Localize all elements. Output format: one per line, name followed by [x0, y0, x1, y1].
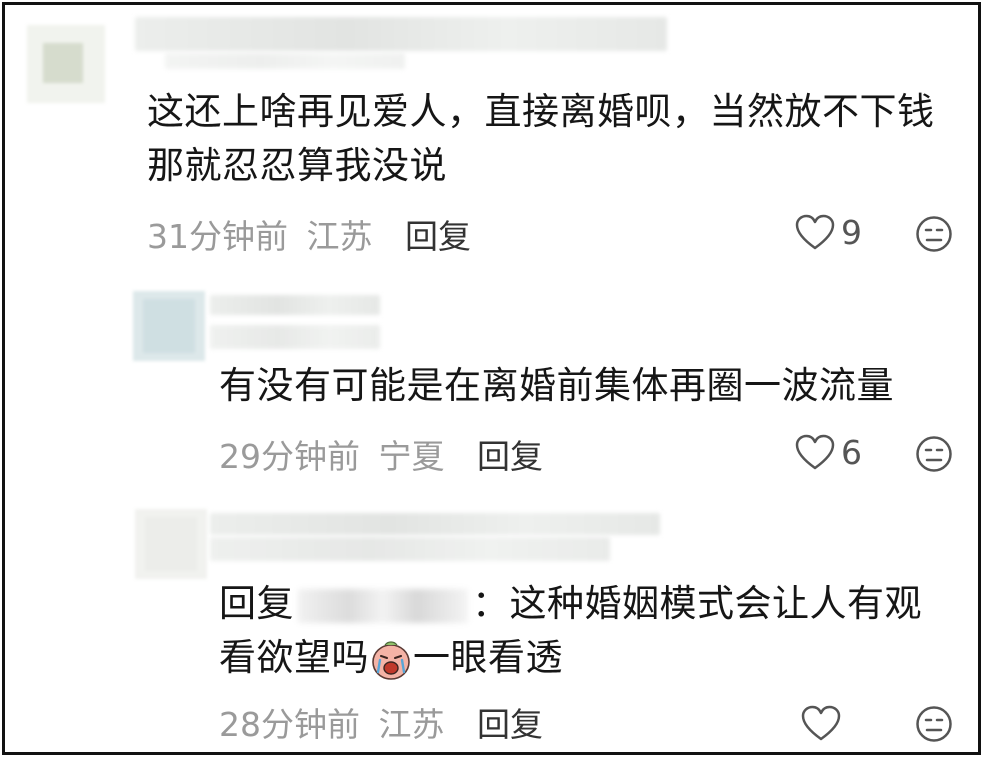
reply-button[interactable]: 回复: [405, 217, 471, 256]
like-button[interactable]: 9: [795, 213, 862, 252]
like-count: 6: [841, 433, 862, 472]
dislike-button[interactable]: [915, 215, 953, 257]
avatar[interactable]: [135, 509, 207, 579]
like-button[interactable]: [801, 705, 847, 743]
comment-text: 有没有可能是在离婚前集体再圈一波流量: [219, 364, 894, 407]
username-blurred-secondary: [210, 537, 610, 561]
heart-outline-icon: [795, 214, 835, 249]
reply-prefix: 回复: [219, 582, 294, 625]
comment-time: 28分钟前: [219, 705, 360, 744]
comment-meta: 29分钟前 宁夏 回复: [219, 437, 543, 477]
comment-text: 回复 ：这种婚姻模式会让人有观 看欲望吗 一眼看透: [219, 577, 978, 685]
username-blurred[interactable]: [210, 295, 380, 315]
comment-text-line-1: 回复 ：这种婚姻模式会让人有观: [219, 577, 978, 631]
meh-face-icon: [916, 706, 952, 742]
crying-face-emoji: [372, 640, 410, 680]
heart-outline-icon: [795, 434, 835, 469]
comment-location: 江苏: [306, 217, 373, 256]
avatar[interactable]: [27, 25, 105, 103]
comment-text-line-2: 看欲望吗 一眼看透: [219, 631, 978, 685]
avatar[interactable]: [133, 291, 205, 361]
mentioned-username-blurred[interactable]: [298, 588, 468, 623]
heart-outline-icon: [801, 705, 841, 741]
dislike-button[interactable]: [915, 705, 953, 747]
dislike-button[interactable]: [915, 435, 953, 477]
comment-meta: 28分钟前 江苏 回复: [219, 705, 543, 745]
comment-location: 宁夏: [378, 437, 445, 476]
comment-text-part: 看欲望吗: [219, 636, 369, 679]
username-blurred-secondary: [210, 325, 380, 349]
comment-list-screenshot: 这还上啥再见爱人，直接离婚呗，当然放不下钱那就忍忍算我没说 31分钟前 江苏 回…: [2, 2, 981, 755]
comment-text-part: 这种婚姻模式会让人有观: [509, 582, 922, 625]
like-count: 9: [841, 213, 862, 252]
reply-button[interactable]: 回复: [477, 437, 543, 476]
username-blurred[interactable]: [135, 17, 667, 51]
meh-face-icon: [916, 436, 952, 472]
comment-location: 江苏: [378, 705, 445, 744]
username-blurred-secondary: [165, 53, 405, 69]
reply-separator: ：: [472, 582, 510, 625]
username-blurred[interactable]: [210, 513, 660, 535]
like-button[interactable]: 6: [795, 433, 862, 472]
comment-text-part: 一眼看透: [413, 636, 563, 679]
comment-text: 这还上啥再见爱人，直接离婚呗，当然放不下钱那就忍忍算我没说: [147, 90, 935, 187]
comment-time: 31分钟前: [147, 217, 288, 256]
reply-button[interactable]: 回复: [477, 705, 543, 744]
comment-time: 29分钟前: [219, 437, 360, 476]
comment-meta: 31分钟前 江苏 回复: [147, 217, 471, 257]
meh-face-icon: [916, 216, 952, 252]
